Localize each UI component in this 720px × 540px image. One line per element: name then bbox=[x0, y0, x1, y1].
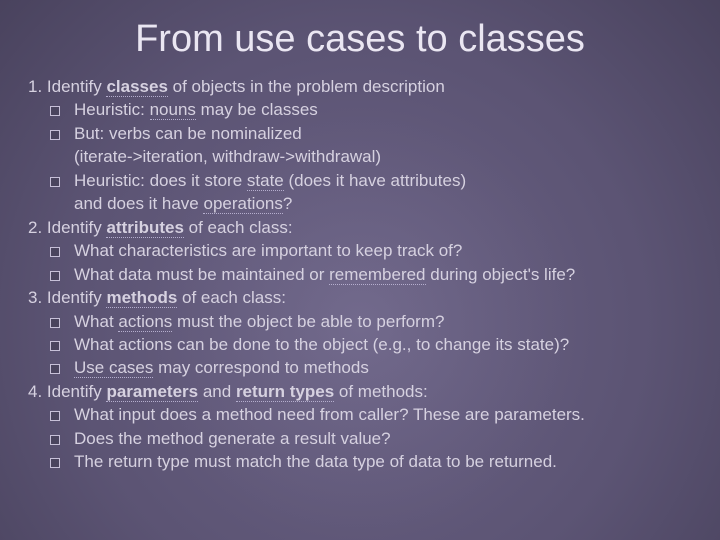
bullet-icon bbox=[50, 318, 60, 328]
slide-title: From use cases to classes bbox=[0, 0, 720, 75]
section-4-header: 4. Identify parameters and return types … bbox=[28, 380, 692, 403]
slide-content: 1. Identify classes of objects in the pr… bbox=[0, 75, 720, 474]
list-item: Heuristic: nouns may be classes bbox=[28, 98, 692, 121]
list-item: What actions can be done to the object (… bbox=[28, 333, 692, 356]
list-item: Does the method generate a result value? bbox=[28, 427, 692, 450]
bullet-icon bbox=[50, 177, 60, 187]
bullet-icon bbox=[50, 271, 60, 281]
bullet-icon bbox=[50, 341, 60, 351]
list-item: But: verbs can be nominalized bbox=[28, 122, 692, 145]
bullet-icon bbox=[50, 364, 60, 374]
list-item: The return type must match the data type… bbox=[28, 450, 692, 473]
list-item: What actions must the object be able to … bbox=[28, 310, 692, 333]
slide: From use cases to classes 1. Identify cl… bbox=[0, 0, 720, 540]
bullet-icon bbox=[50, 247, 60, 257]
section-2-header: 2. Identify attributes of each class: bbox=[28, 216, 692, 239]
section-1-header: 1. Identify classes of objects in the pr… bbox=[28, 75, 692, 98]
list-item: What data must be maintained or remember… bbox=[28, 263, 692, 286]
list-item: What input does a method need from calle… bbox=[28, 403, 692, 426]
section-3-header: 3. Identify methods of each class: bbox=[28, 286, 692, 309]
list-item: What characteristics are important to ke… bbox=[28, 239, 692, 262]
bullet-icon bbox=[50, 435, 60, 445]
bullet-icon bbox=[50, 411, 60, 421]
bullet-icon bbox=[50, 458, 60, 468]
list-item-continuation: (iterate->iteration, withdraw->withdrawa… bbox=[28, 145, 692, 168]
bullet-icon bbox=[50, 106, 60, 116]
list-item: Use cases may correspond to methods bbox=[28, 356, 692, 379]
list-item: Heuristic: does it store state (does it … bbox=[28, 169, 692, 192]
bullet-icon bbox=[50, 130, 60, 140]
list-item-continuation: and does it have operations? bbox=[28, 192, 692, 215]
